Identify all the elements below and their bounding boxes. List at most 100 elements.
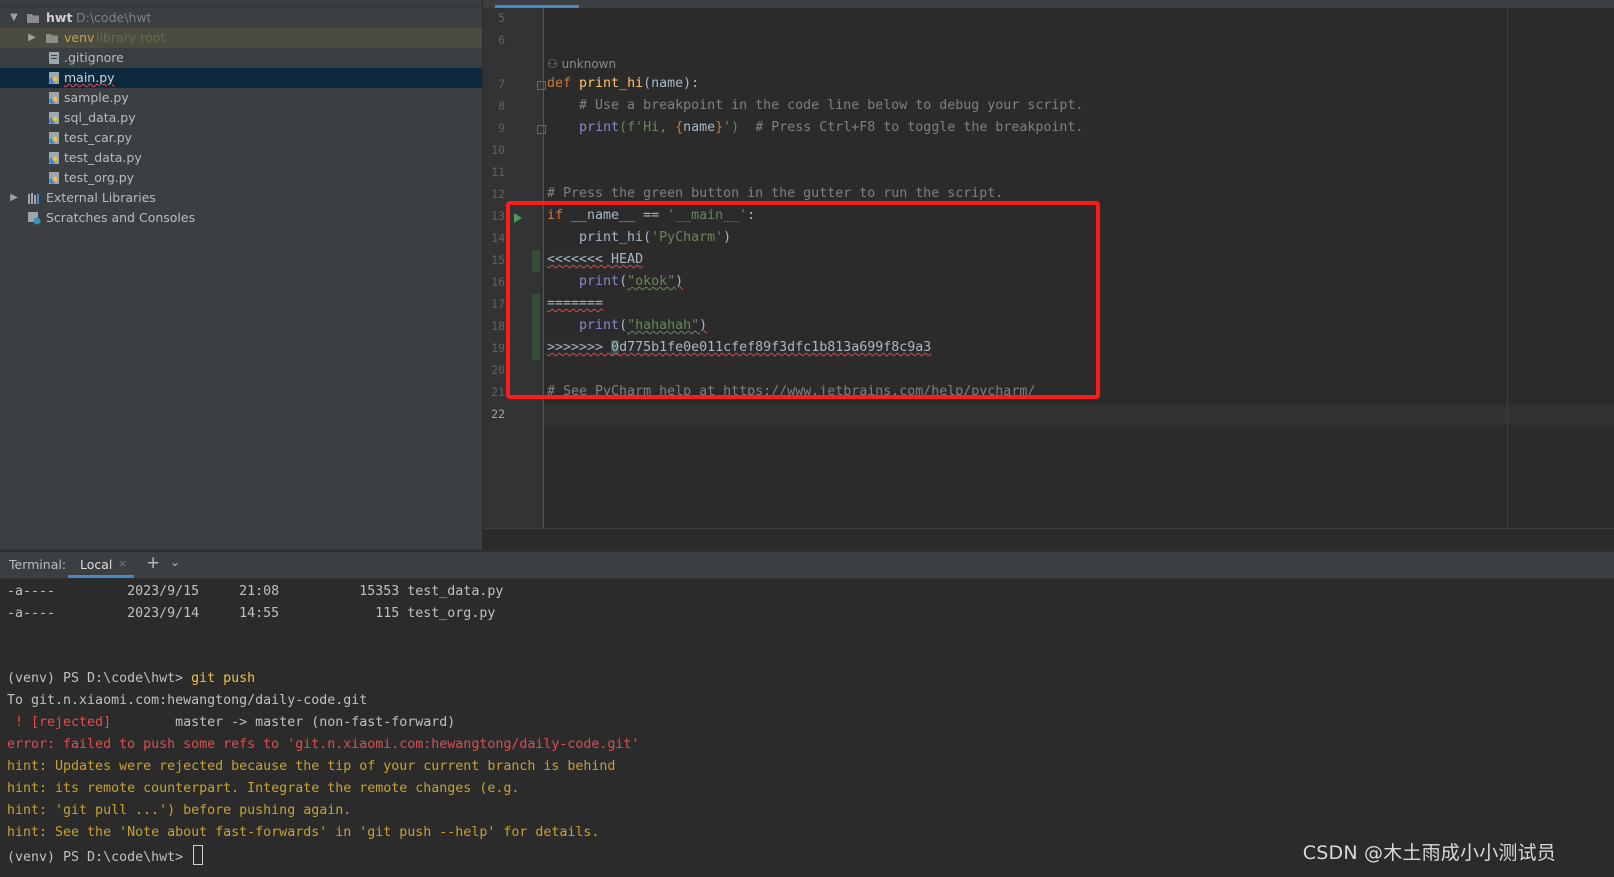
watermark: CSDN @木土雨成小小测试员: [1302, 842, 1556, 864]
line-number: 22: [491, 407, 505, 421]
string: (f'Hi,: [619, 120, 676, 135]
commit-hash: d775b1fe0e011cfef89f3dfc1b813a699f8c9a3: [619, 340, 932, 355]
tab-local-label: Local: [80, 557, 113, 572]
tree-item-label: venv: [64, 30, 95, 45]
terminal-tab-bar: Terminal: Local × + ⌄: [0, 552, 1614, 579]
fold-icon[interactable]: [537, 81, 546, 90]
code-editor[interactable]: 5 6 7 8 9 10 11 12 13 14 15 16 17 18 19 …: [483, 0, 1614, 528]
add-terminal-icon[interactable]: +: [146, 553, 160, 573]
tree-item-test-car-py[interactable]: test_car.py: [0, 128, 482, 148]
python-file-icon: [49, 152, 59, 164]
chevron-down-icon[interactable]: ⌄: [170, 555, 180, 569]
fold-icon[interactable]: [537, 125, 546, 134]
string: '__main__': [667, 208, 748, 223]
code-line-7[interactable]: def print_hi(name):: [547, 74, 699, 94]
line-number: 6: [498, 33, 505, 47]
commit-hash: 0: [611, 340, 620, 355]
code-line-13[interactable]: if __name__ == '__main__':: [547, 206, 755, 226]
line-number: 5: [498, 11, 505, 25]
terminal-cursor: [193, 845, 204, 865]
vcs-change-marker[interactable]: [532, 250, 540, 272]
editor-tab-bar[interactable]: [483, 0, 1614, 8]
chevron-down-icon[interactable]: ▼: [8, 8, 20, 28]
code-line-14[interactable]: print_hi('PyCharm'): [547, 228, 731, 248]
code-line-21[interactable]: # See PyCharm help at https://www.jetbra…: [547, 382, 1035, 402]
prompt: (venv) PS D:\code\hwt>: [7, 850, 192, 865]
editor-bottom-strip: [483, 528, 1614, 551]
terminal-output-line: -a---- 2023/9/15 21:08 15353 test_data.p…: [7, 584, 504, 599]
close-icon[interactable]: ×: [118, 557, 127, 570]
code-line-8[interactable]: # Use a breakpoint in the code line belo…: [547, 96, 1083, 116]
tree-item-sql-data-py[interactable]: sql_data.py: [0, 108, 482, 128]
conflict-marker: <<<<<<<: [547, 252, 612, 267]
tree-root-label: hwt: [46, 10, 73, 25]
tree-item-label: test_data.py: [64, 150, 142, 165]
tree-root-hwt[interactable]: ▼ hwt D:\code\hwt: [0, 8, 482, 28]
line-number: 16: [491, 275, 505, 289]
tree-item-sample-py[interactable]: sample.py: [0, 88, 482, 108]
code-line-15[interactable]: <<<<<<< HEAD: [547, 250, 643, 270]
run-icon[interactable]: [514, 213, 522, 223]
vcs-change-marker[interactable]: [532, 294, 540, 360]
line-number: 21: [491, 385, 505, 399]
python-file-icon: [49, 172, 59, 184]
code-line-12[interactable]: # Press the green button in the gutter t…: [547, 184, 1003, 204]
code-line-18[interactable]: print("hahahah"): [547, 316, 707, 336]
terminal-input-line[interactable]: (venv) PS D:\code\hwt>: [7, 845, 204, 865]
terminal-hint-line: hint: its remote counterpart. Integrate …: [7, 781, 520, 796]
folder-icon: [27, 14, 39, 23]
chevron-right-icon[interactable]: ▶: [8, 188, 20, 208]
line-number: 11: [491, 165, 505, 179]
output-text: master -> master (non-fast-forward): [111, 715, 456, 730]
code-line-19[interactable]: >>>>>>> 0d775b1fe0e011cfef89f3dfc1b813a6…: [547, 338, 931, 358]
tree-item-label: sample.py: [64, 90, 129, 105]
code-text: ): [723, 230, 732, 245]
line-number: 10: [491, 143, 505, 157]
python-file-icon: [49, 92, 59, 104]
current-line-highlight: [543, 405, 1614, 425]
rejected-tag: ! [rejected]: [7, 715, 112, 730]
tree-item-scratches[interactable]: Scratches and Consoles: [0, 208, 482, 228]
code-line-16[interactable]: print("okok"): [547, 272, 683, 292]
tree-item-gitignore[interactable]: .gitignore: [0, 48, 482, 68]
tree-item-test-data-py[interactable]: test_data.py: [0, 148, 482, 168]
tree-item-venv[interactable]: ▶ venv library root: [0, 28, 482, 48]
prompt: (venv) PS D:\code\hwt>: [7, 671, 192, 686]
string: 'PyCharm': [651, 230, 724, 245]
tree-item-label: main.py: [64, 70, 115, 85]
command: git push: [191, 671, 256, 686]
line-number: 19: [491, 341, 505, 355]
right-margin-guide: [1507, 8, 1508, 528]
terminal-output-line: To git.n.xiaomi.com:hewangtong/daily-cod…: [7, 693, 368, 708]
tree-item-test-org-py[interactable]: test_org.py: [0, 168, 482, 188]
chevron-right-icon[interactable]: ▶: [26, 28, 38, 48]
code-line-9[interactable]: print(f'Hi, {name}') # Press Ctrl+F8 to …: [547, 118, 1083, 138]
terminal-output-line: ! [rejected] master -> master (non-fast-…: [7, 713, 455, 733]
project-header: [0, 0, 482, 7]
line-number: 12: [491, 187, 505, 201]
keyword: def: [547, 76, 580, 91]
tree-item-main-py[interactable]: main.py: [0, 68, 482, 88]
conflict-marker: HEAD: [611, 252, 644, 267]
code-line-17[interactable]: =======: [547, 294, 603, 314]
terminal-command-line: (venv) PS D:\code\hwt> git push: [7, 669, 255, 689]
code-text: ): [675, 274, 684, 289]
tab-local[interactable]: Local ×: [68, 552, 134, 578]
library-icon: [28, 193, 39, 204]
line-number: 8: [498, 99, 505, 113]
code-text: (name):: [643, 76, 700, 91]
terminal-hint-line: hint: 'git pull ...') before pushing aga…: [7, 803, 352, 818]
tree-item-label: External Libraries: [46, 190, 156, 205]
python-file-icon: [49, 132, 59, 144]
author-inlay-hint[interactable]: ⚇ unknown: [547, 56, 616, 72]
code-text: __name__ ==: [571, 208, 668, 223]
python-file-icon: [49, 72, 59, 84]
line-number: 20: [491, 363, 505, 377]
terminal-panel[interactable]: Terminal: Local × + ⌄ -a---- 2023/9/15 2…: [0, 551, 1614, 877]
line-number: 15: [491, 253, 505, 267]
terminal-output-line: -a---- 2023/9/14 14:55 115 test_org.py: [7, 606, 496, 621]
tree-item-label: .gitignore: [64, 50, 124, 65]
function-name: print_hi: [579, 76, 644, 91]
tree-item-external-libraries[interactable]: ▶ External Libraries: [0, 188, 482, 208]
line-number: 14: [491, 231, 505, 245]
